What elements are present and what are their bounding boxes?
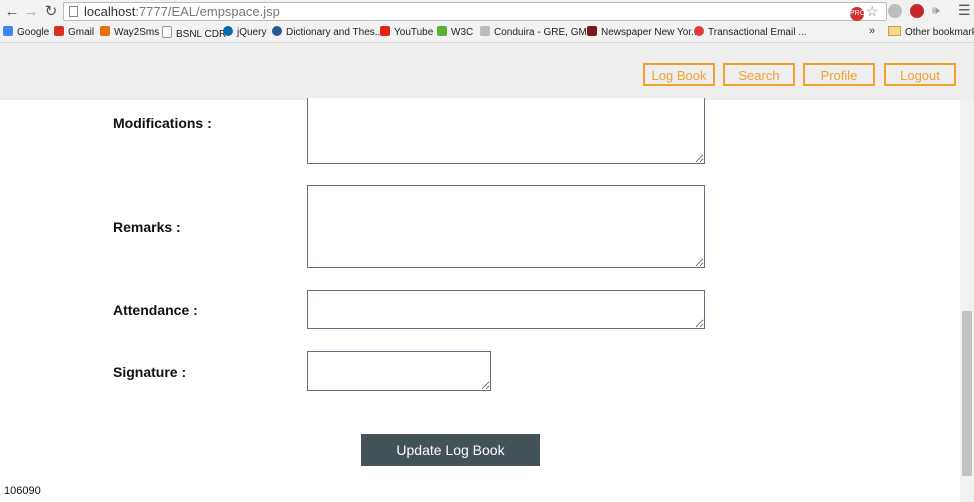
page-scrollbar-thumb[interactable] bbox=[962, 311, 972, 476]
bookmarks-overflow-icon[interactable]: » bbox=[869, 25, 875, 37]
page-icon bbox=[69, 6, 78, 17]
remarks-textarea[interactable] bbox=[307, 185, 705, 268]
google-icon bbox=[3, 26, 13, 36]
browser-chrome: ← → ↻ localhost:7777/EAL/empspace.jsp PR… bbox=[0, 0, 974, 43]
bookmark-jquery[interactable]: jQuery bbox=[223, 26, 266, 38]
newspaper-icon bbox=[587, 26, 597, 36]
attendance-label: Attendance : bbox=[113, 302, 198, 318]
bookmark-newspaper[interactable]: Newspaper New Yor... bbox=[587, 26, 699, 38]
forward-icon[interactable]: → bbox=[22, 3, 40, 21]
bookmark-google[interactable]: Google bbox=[3, 26, 49, 38]
menu-icon[interactable]: ☰ bbox=[958, 2, 971, 19]
extension-badge-icon[interactable]: PRO bbox=[850, 7, 865, 21]
back-icon[interactable]: ← bbox=[3, 3, 21, 21]
signature-label: Signature : bbox=[113, 364, 187, 380]
folder-icon bbox=[888, 26, 901, 36]
modifications-label: Modifications : bbox=[113, 115, 212, 131]
bookmark-label: Conduira - GRE, GM... bbox=[494, 27, 596, 38]
logout-button[interactable]: Logout bbox=[884, 63, 956, 86]
bookmark-label: Transactional Email ... bbox=[708, 27, 807, 38]
bookmark-label: W3C bbox=[451, 27, 474, 38]
bookmark-label: Newspaper New Yor... bbox=[601, 27, 700, 38]
w3c-icon bbox=[437, 26, 447, 36]
bookmark-label: BSNL CDR bbox=[176, 29, 227, 40]
profile-button[interactable]: Profile bbox=[803, 63, 875, 86]
dictionary-icon bbox=[272, 26, 282, 36]
bookmark-transactional-email[interactable]: Transactional Email ... bbox=[694, 26, 807, 38]
email-icon bbox=[694, 26, 704, 36]
youtube-icon bbox=[380, 26, 390, 36]
jquery-icon bbox=[223, 26, 233, 36]
bookmark-conduira[interactable]: Conduira - GRE, GM... bbox=[480, 26, 595, 38]
bookmark-bsnl-cdr[interactable]: BSNL CDR bbox=[162, 26, 226, 40]
bookmark-gmail[interactable]: Gmail bbox=[54, 26, 94, 38]
bookmark-label: Gmail bbox=[68, 27, 95, 38]
speaker-icon[interactable]: 🕪 bbox=[932, 3, 940, 18]
bookmark-way2sms[interactable]: Way2Sms bbox=[100, 26, 159, 38]
url-path: :7777/EAL/empspace.jsp bbox=[135, 4, 280, 19]
signature-textarea[interactable] bbox=[307, 351, 491, 391]
update-log-book-button[interactable]: Update Log Book bbox=[361, 434, 540, 466]
other-bookmarks[interactable]: Other bookmarks bbox=[888, 26, 974, 38]
way2sms-icon bbox=[100, 26, 110, 36]
extension-circle-icon[interactable] bbox=[888, 4, 902, 18]
footer-id: 106090 bbox=[4, 485, 41, 497]
bookmark-label: Dictionary and Thes... bbox=[286, 27, 384, 38]
app-header: Log Book Search Profile Logout bbox=[0, 43, 974, 100]
address-bar[interactable]: localhost:7777/EAL/empspace.jsp PRO ☆ bbox=[63, 2, 887, 21]
gmail-icon bbox=[54, 26, 64, 36]
bookmark-w3c[interactable]: W3C bbox=[437, 26, 473, 38]
log-book-button[interactable]: Log Book bbox=[643, 63, 715, 86]
bookmark-dictionary[interactable]: Dictionary and Thes... bbox=[272, 26, 383, 38]
modifications-textarea[interactable] bbox=[307, 98, 705, 164]
other-bookmarks-label: Other bookmarks bbox=[905, 27, 974, 38]
search-button[interactable]: Search bbox=[723, 63, 795, 86]
conduira-icon bbox=[480, 26, 490, 36]
reload-icon[interactable]: ↻ bbox=[42, 3, 60, 21]
bookmarks-bar: Google Gmail Way2Sms BSNL CDR jQuery Dic… bbox=[0, 24, 974, 42]
extension-power-icon[interactable] bbox=[910, 4, 924, 18]
bookmark-label: Way2Sms bbox=[114, 27, 160, 38]
attendance-textarea[interactable] bbox=[307, 290, 705, 329]
address-url: localhost:7777/EAL/empspace.jsp bbox=[84, 4, 280, 19]
bookmark-label: Google bbox=[17, 27, 50, 38]
bookmark-label: jQuery bbox=[237, 27, 267, 38]
bookmark-label: YouTube bbox=[394, 27, 434, 38]
bookmark-youtube[interactable]: YouTube bbox=[380, 26, 433, 38]
bookmark-star-icon[interactable]: ☆ bbox=[866, 3, 879, 20]
remarks-label: Remarks : bbox=[113, 219, 181, 235]
url-host: localhost bbox=[84, 4, 136, 19]
page-icon bbox=[162, 26, 172, 38]
